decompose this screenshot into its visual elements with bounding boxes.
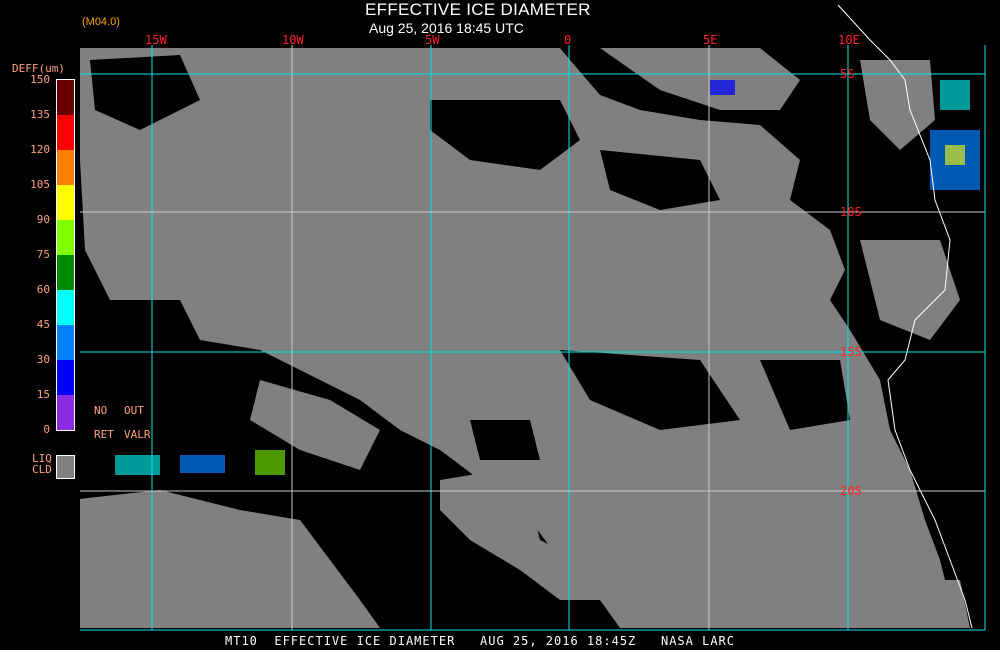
legend-tick: 30 bbox=[36, 353, 50, 366]
map-timestamp: Aug 25, 2016 18:45 UTC bbox=[369, 20, 524, 36]
legend-tick: 120 bbox=[30, 143, 50, 156]
lon-label: 10E bbox=[838, 33, 860, 47]
color-bar-segment bbox=[57, 80, 74, 115]
color-bar-segment bbox=[57, 325, 74, 360]
legend-tick: 150 bbox=[30, 73, 50, 86]
legend-tick: 15 bbox=[36, 388, 50, 401]
color-bar-segment bbox=[57, 395, 74, 430]
color-bar-segment bbox=[57, 220, 74, 255]
color-bar-segment bbox=[57, 115, 74, 150]
lat-label: 20S bbox=[840, 484, 862, 498]
color-bar-segment bbox=[57, 255, 74, 290]
legend-tick: 135 bbox=[30, 108, 50, 121]
lon-label: 10W bbox=[282, 33, 304, 47]
color-bar bbox=[56, 79, 75, 431]
lon-label: 5W bbox=[425, 33, 440, 47]
color-bar-segment bbox=[57, 150, 74, 185]
legend-tick: 105 bbox=[30, 178, 50, 191]
lon-label: 0 bbox=[564, 33, 572, 47]
out-valr-label: OUT bbox=[124, 404, 144, 417]
legend-tick: 60 bbox=[36, 283, 50, 296]
satellite-map bbox=[68, 4, 986, 631]
legend-tick: 0 bbox=[43, 423, 50, 436]
footer-caption: MT10 EFFECTIVE ICE DIAMETER AUG 25, 2016… bbox=[225, 634, 735, 648]
map-title: EFFECTIVE ICE DIAMETER bbox=[365, 0, 591, 19]
legend-tick: 90 bbox=[36, 213, 50, 226]
lat-label: 5S bbox=[840, 67, 855, 81]
out-valr-label: VALR bbox=[124, 428, 151, 441]
lat-label: 15S bbox=[840, 345, 862, 359]
liquid-cloud-swatch bbox=[56, 455, 75, 479]
color-bar-segment bbox=[57, 360, 74, 395]
no-ret-label: RET bbox=[94, 428, 114, 441]
lat-label: 10S bbox=[840, 205, 862, 219]
color-bar-segment bbox=[57, 185, 74, 220]
liquid-cloud-label: CLD bbox=[32, 463, 52, 476]
lon-label: 15W bbox=[145, 33, 167, 47]
no-ret-label: NO bbox=[94, 404, 108, 417]
legend-tick: 45 bbox=[36, 318, 50, 331]
lon-label: 5E bbox=[703, 33, 718, 47]
legend-tick: 75 bbox=[36, 248, 50, 261]
color-bar-segment bbox=[57, 290, 74, 325]
